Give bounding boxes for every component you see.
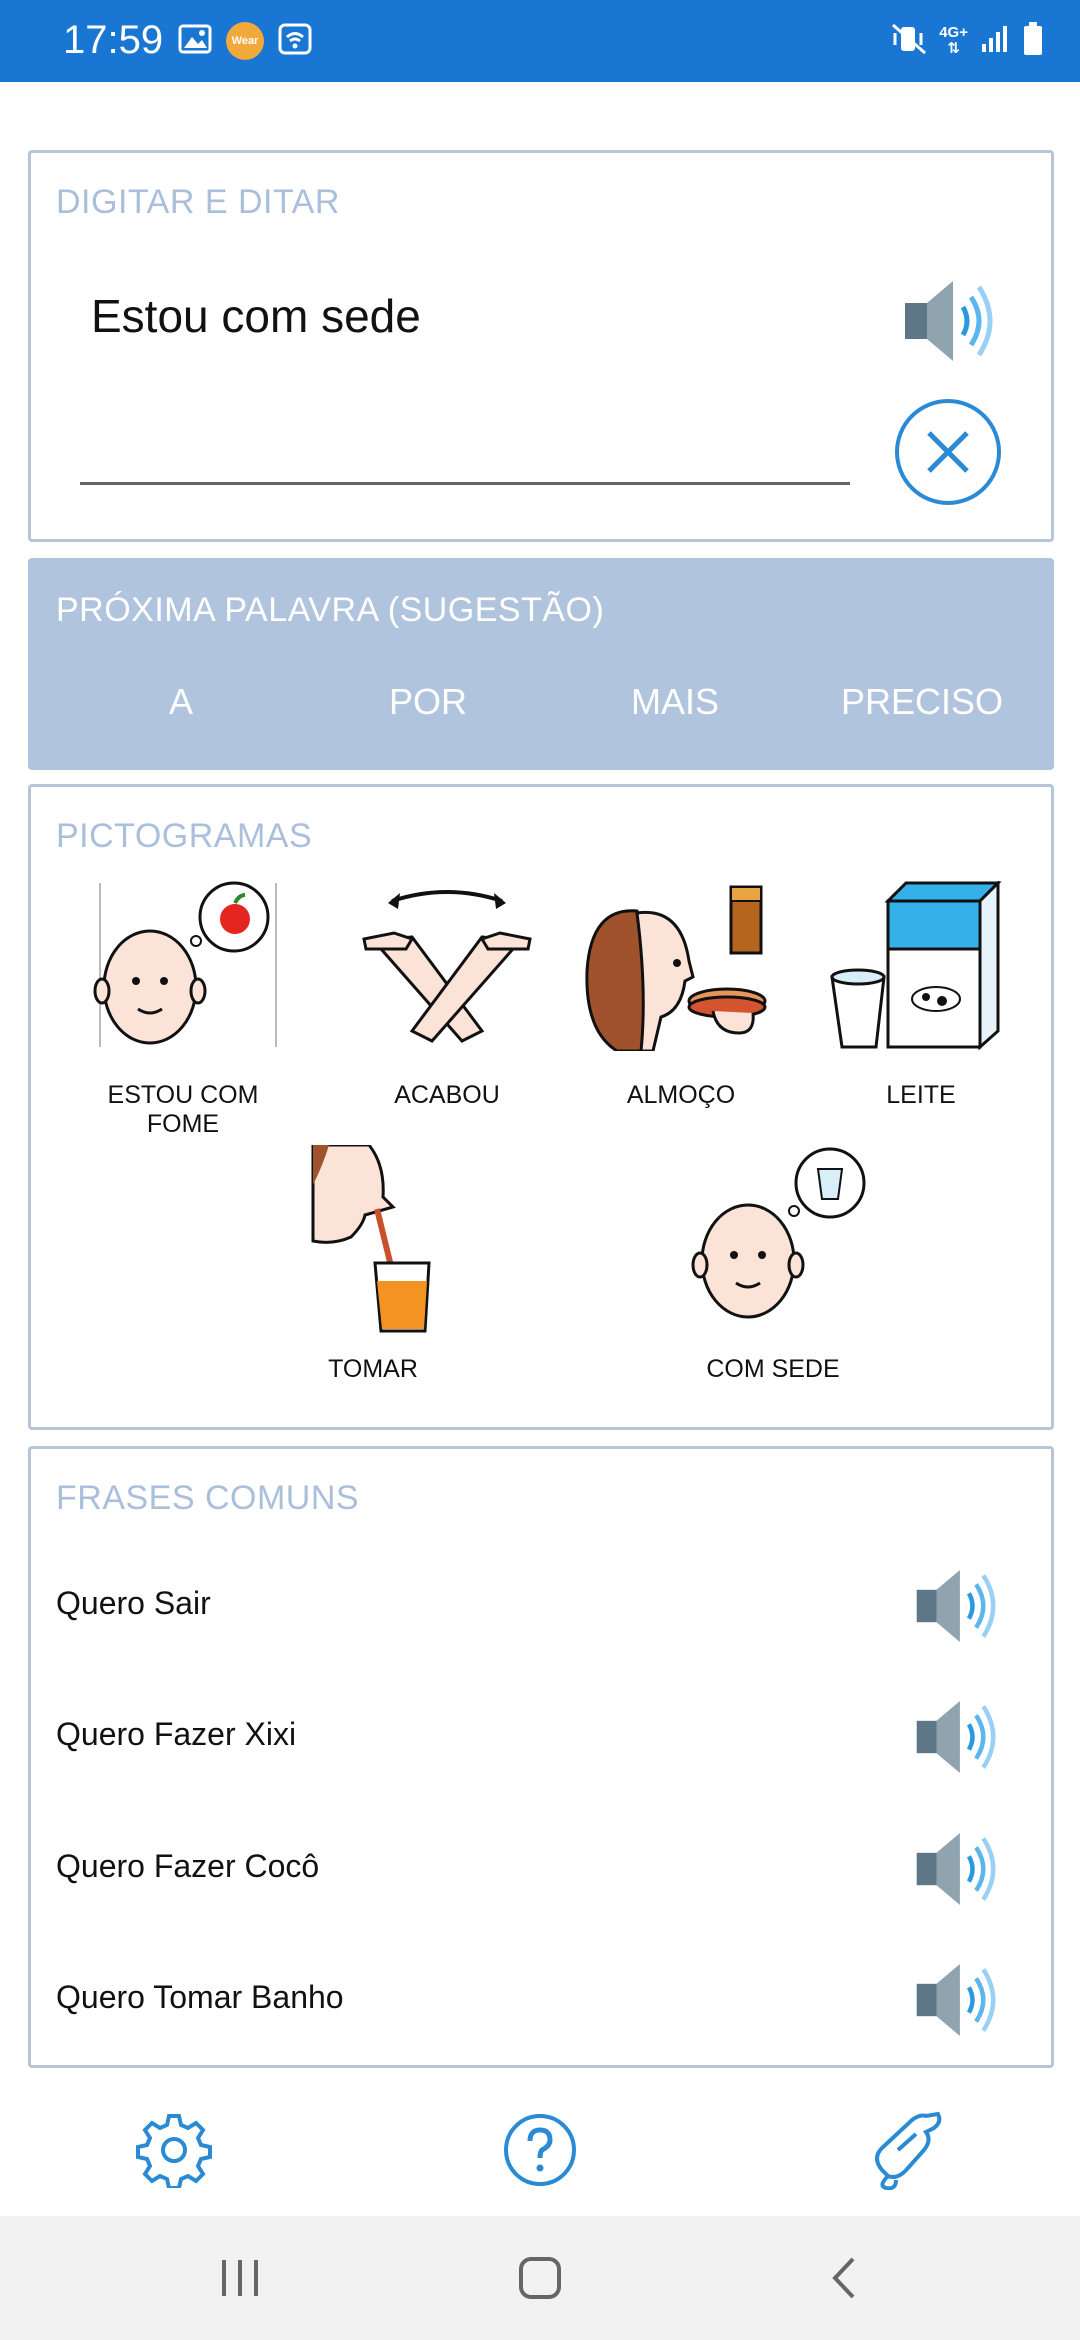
settings-icon (136, 2114, 212, 2188)
text-input-underline (80, 482, 850, 485)
pictogram-label: ACABOU (394, 1081, 500, 1109)
wear-os-icon: Wear (226, 22, 264, 60)
speak-phrase-button[interactable] (909, 1955, 1009, 2045)
milk-icon (830, 881, 1002, 1051)
clear-icon (927, 431, 969, 473)
phrase-text: Quero Sair (56, 1585, 211, 1621)
phrase-row[interactable]: Quero Tomar Banho (31, 1939, 1051, 2059)
home-icon (519, 2257, 561, 2299)
phrase-row[interactable]: Quero Sair (31, 1545, 1051, 1665)
pictogram-lunch[interactable]: ALMOÇO (581, 881, 781, 1121)
speak-phrase-button[interactable] (909, 1824, 1009, 1914)
thirsty-face-icon (691, 1147, 866, 1319)
speak-phrase-button[interactable] (909, 1561, 1009, 1651)
phrase-text: Quero Tomar Banho (56, 1979, 344, 2015)
suggestion-word[interactable]: MAIS (555, 681, 795, 723)
common-phrases-title: FRASES COMUNS (56, 1479, 360, 1517)
help-icon (504, 2114, 576, 2186)
pictogram-finished[interactable]: ACABOU (347, 881, 547, 1121)
back-button[interactable] (804, 2248, 884, 2308)
drink-straw-icon (311, 1145, 431, 1333)
settings-button[interactable] (134, 2110, 214, 2190)
crossed-arms-icon (362, 890, 532, 1043)
pictogram-label: LEITE (886, 1081, 956, 1109)
back-icon (832, 2257, 855, 2299)
suggestion-word[interactable]: POR (308, 681, 548, 723)
sign-language-button[interactable] (866, 2110, 946, 2190)
mute-vibrate-icon (891, 21, 927, 62)
speaker-icon (916, 1964, 996, 2036)
signal-icon (980, 24, 1010, 59)
pictogram-label: TOMAR (328, 1355, 418, 1383)
phrase-text: Quero Fazer Xixi (56, 1716, 297, 1752)
lunch-icon (585, 885, 767, 1051)
type-and-speak-title: DIGITAR E DITAR (56, 183, 340, 221)
pictogram-drink[interactable]: TOMAR (263, 1145, 483, 1395)
type-and-speak-card: DIGITAR E DITAR Estou com sede (28, 150, 1054, 542)
phrase-text: Quero Fazer Cocô (56, 1848, 320, 1884)
speaker-icon (916, 1701, 996, 1773)
pictograms-card: PICTOGRAMAS ESTOU COM FOME ACABOU ALMOÇO… (28, 784, 1054, 1430)
home-button[interactable] (500, 2248, 580, 2308)
recent-apps-button[interactable] (200, 2248, 280, 2308)
help-button[interactable] (500, 2110, 580, 2190)
next-word-suggestions: PRÓXIMA PALAVRA (SUGESTÃO) A POR MAIS PR… (28, 558, 1054, 770)
status-time: 17:59 (63, 18, 164, 62)
speaker-icon (916, 1570, 996, 1642)
pictogram-hungry[interactable]: ESTOU COM FOME (73, 881, 293, 1138)
pictogram-label: COM SEDE (706, 1355, 840, 1383)
gallery-icon (178, 24, 212, 59)
pictogram-label: ALMOÇO (626, 1081, 736, 1109)
suggestion-word[interactable]: A (61, 681, 301, 723)
suggestions-title: PRÓXIMA PALAVRA (SUGESTÃO) (56, 591, 605, 629)
hungry-face-icon (93, 881, 277, 1047)
sign-language-icon (875, 2111, 942, 2190)
wifi-calling-icon (278, 23, 312, 60)
speak-phrase-button[interactable] (909, 1692, 1009, 1782)
phrase-row[interactable]: Quero Fazer Xixi (31, 1676, 1051, 1796)
suggestion-word[interactable]: PRECISO (802, 681, 1042, 723)
speaker-icon (905, 281, 993, 361)
suggestion-row: A POR MAIS PRECISO (31, 681, 1051, 741)
system-navigation-bar (0, 2216, 1080, 2340)
network-type-label: 4G+ (939, 24, 968, 41)
speak-text-button[interactable] (897, 271, 1007, 371)
common-phrases-card: FRASES COMUNS Quero Sair Quero Fazer Xix… (28, 1446, 1054, 2068)
pictogram-milk[interactable]: LEITE (821, 881, 1021, 1121)
battery-icon (1022, 21, 1044, 62)
recent-apps-icon (222, 2260, 258, 2296)
pictogram-thirsty[interactable]: COM SEDE (653, 1145, 893, 1395)
pictogram-label: ESTOU COM FOME (107, 1081, 259, 1138)
clear-text-button[interactable] (895, 399, 1001, 505)
phrase-row[interactable]: Quero Fazer Cocô (31, 1808, 1051, 1928)
mobile-data-icon: 4G+ ⇅ (939, 24, 968, 57)
speaker-icon (916, 1833, 996, 1905)
bottom-toolbar (0, 2080, 1080, 2216)
status-bar: 17:59 Wear 4G+ ⇅ (0, 0, 1080, 82)
text-input[interactable]: Estou com sede (91, 289, 421, 343)
pictograms-title: PICTOGRAMAS (56, 817, 313, 855)
